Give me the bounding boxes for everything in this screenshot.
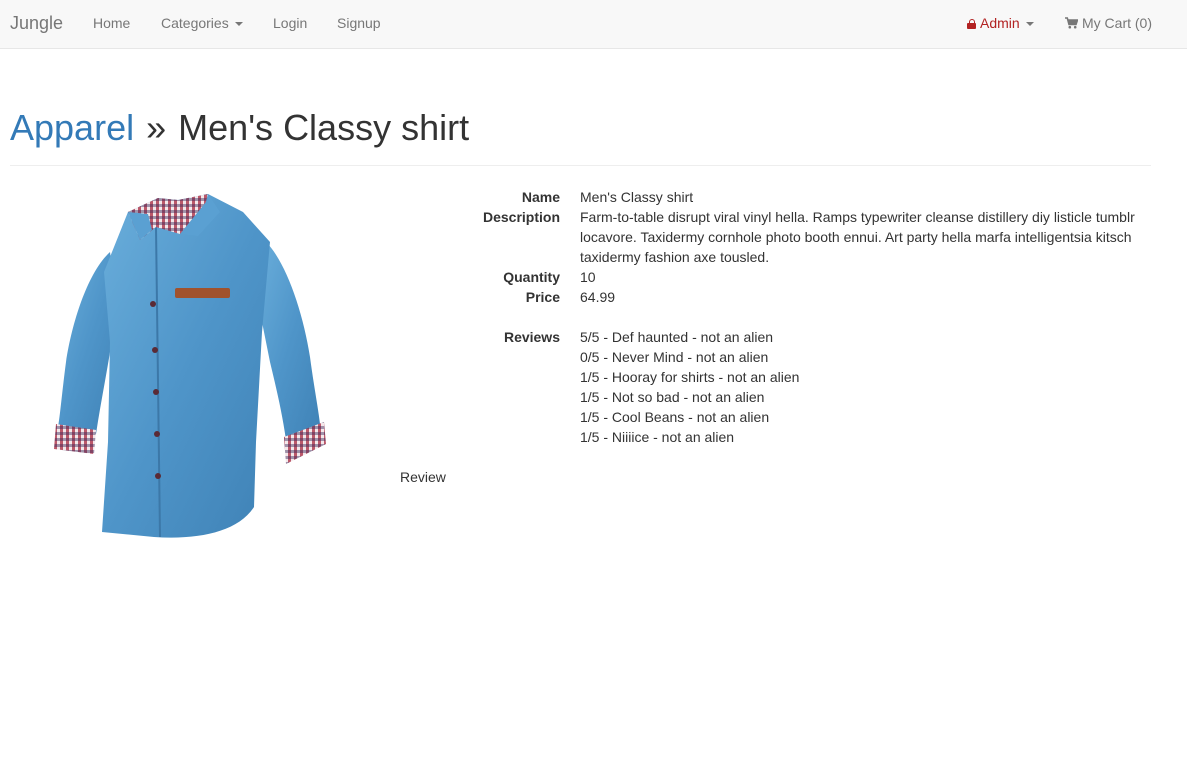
- price-label: Price: [525, 289, 560, 305]
- brand-link[interactable]: Jungle: [10, 13, 63, 34]
- admin-dropdown[interactable]: Admin: [967, 15, 1034, 31]
- cart-label: My Cart (0): [1082, 15, 1152, 31]
- lock-icon: [967, 19, 976, 29]
- quantity-value: 10: [580, 269, 596, 285]
- cart-icon: [1065, 17, 1078, 29]
- description-label: Description: [482, 209, 560, 225]
- reviews-label: Reviews: [503, 329, 560, 345]
- nav-signup-link[interactable]: Signup: [337, 15, 381, 31]
- nav-categories-label: Categories: [161, 15, 229, 31]
- review-item: 0/5 - Never Mind - not an alien: [580, 349, 769, 365]
- page-title: Apparel » Men's Classy shirt: [10, 106, 469, 150]
- price-value: 64.99: [580, 289, 616, 305]
- chevron-down-icon: [234, 22, 243, 27]
- product-image: [54, 194, 326, 538]
- nav-login-link[interactable]: Login: [273, 15, 307, 31]
- reviews-list: 5/5 - Def haunted - not an alien 0/5 - N…: [580, 327, 799, 447]
- breadcrumb-separator: »: [146, 107, 167, 148]
- navbar: Jungle Home Categories Login Signup Admi…: [0, 0, 1187, 49]
- nav-home-link[interactable]: Home: [93, 15, 130, 31]
- quantity-label: Quantity: [503, 269, 560, 285]
- chevron-down-icon: [1025, 22, 1034, 27]
- description-value: Farm-to-table disrupt viral vinyl hella.…: [580, 209, 1135, 265]
- name-value: Men's Classy shirt: [580, 189, 694, 205]
- review-link[interactable]: Review: [400, 467, 446, 487]
- review-item: 1/5 - Niiiice - not an alien: [580, 429, 735, 445]
- product-title: Men's Classy shirt: [178, 107, 470, 148]
- review-item: 1/5 - Cool Beans - not an alien: [580, 409, 770, 425]
- nav-categories-dropdown[interactable]: Categories: [161, 15, 243, 31]
- category-breadcrumb-link[interactable]: Apparel: [10, 107, 134, 148]
- admin-label: Admin: [980, 15, 1020, 31]
- title-divider: [10, 165, 1151, 166]
- name-label: Name: [521, 189, 560, 205]
- review-item: 1/5 - Hooray for shirts - not an alien: [580, 369, 800, 385]
- cart-link[interactable]: My Cart (0): [1065, 15, 1152, 31]
- review-item: 1/5 - Not so bad - not an alien: [580, 389, 765, 405]
- review-item: 5/5 - Def haunted - not an alien: [580, 329, 774, 345]
